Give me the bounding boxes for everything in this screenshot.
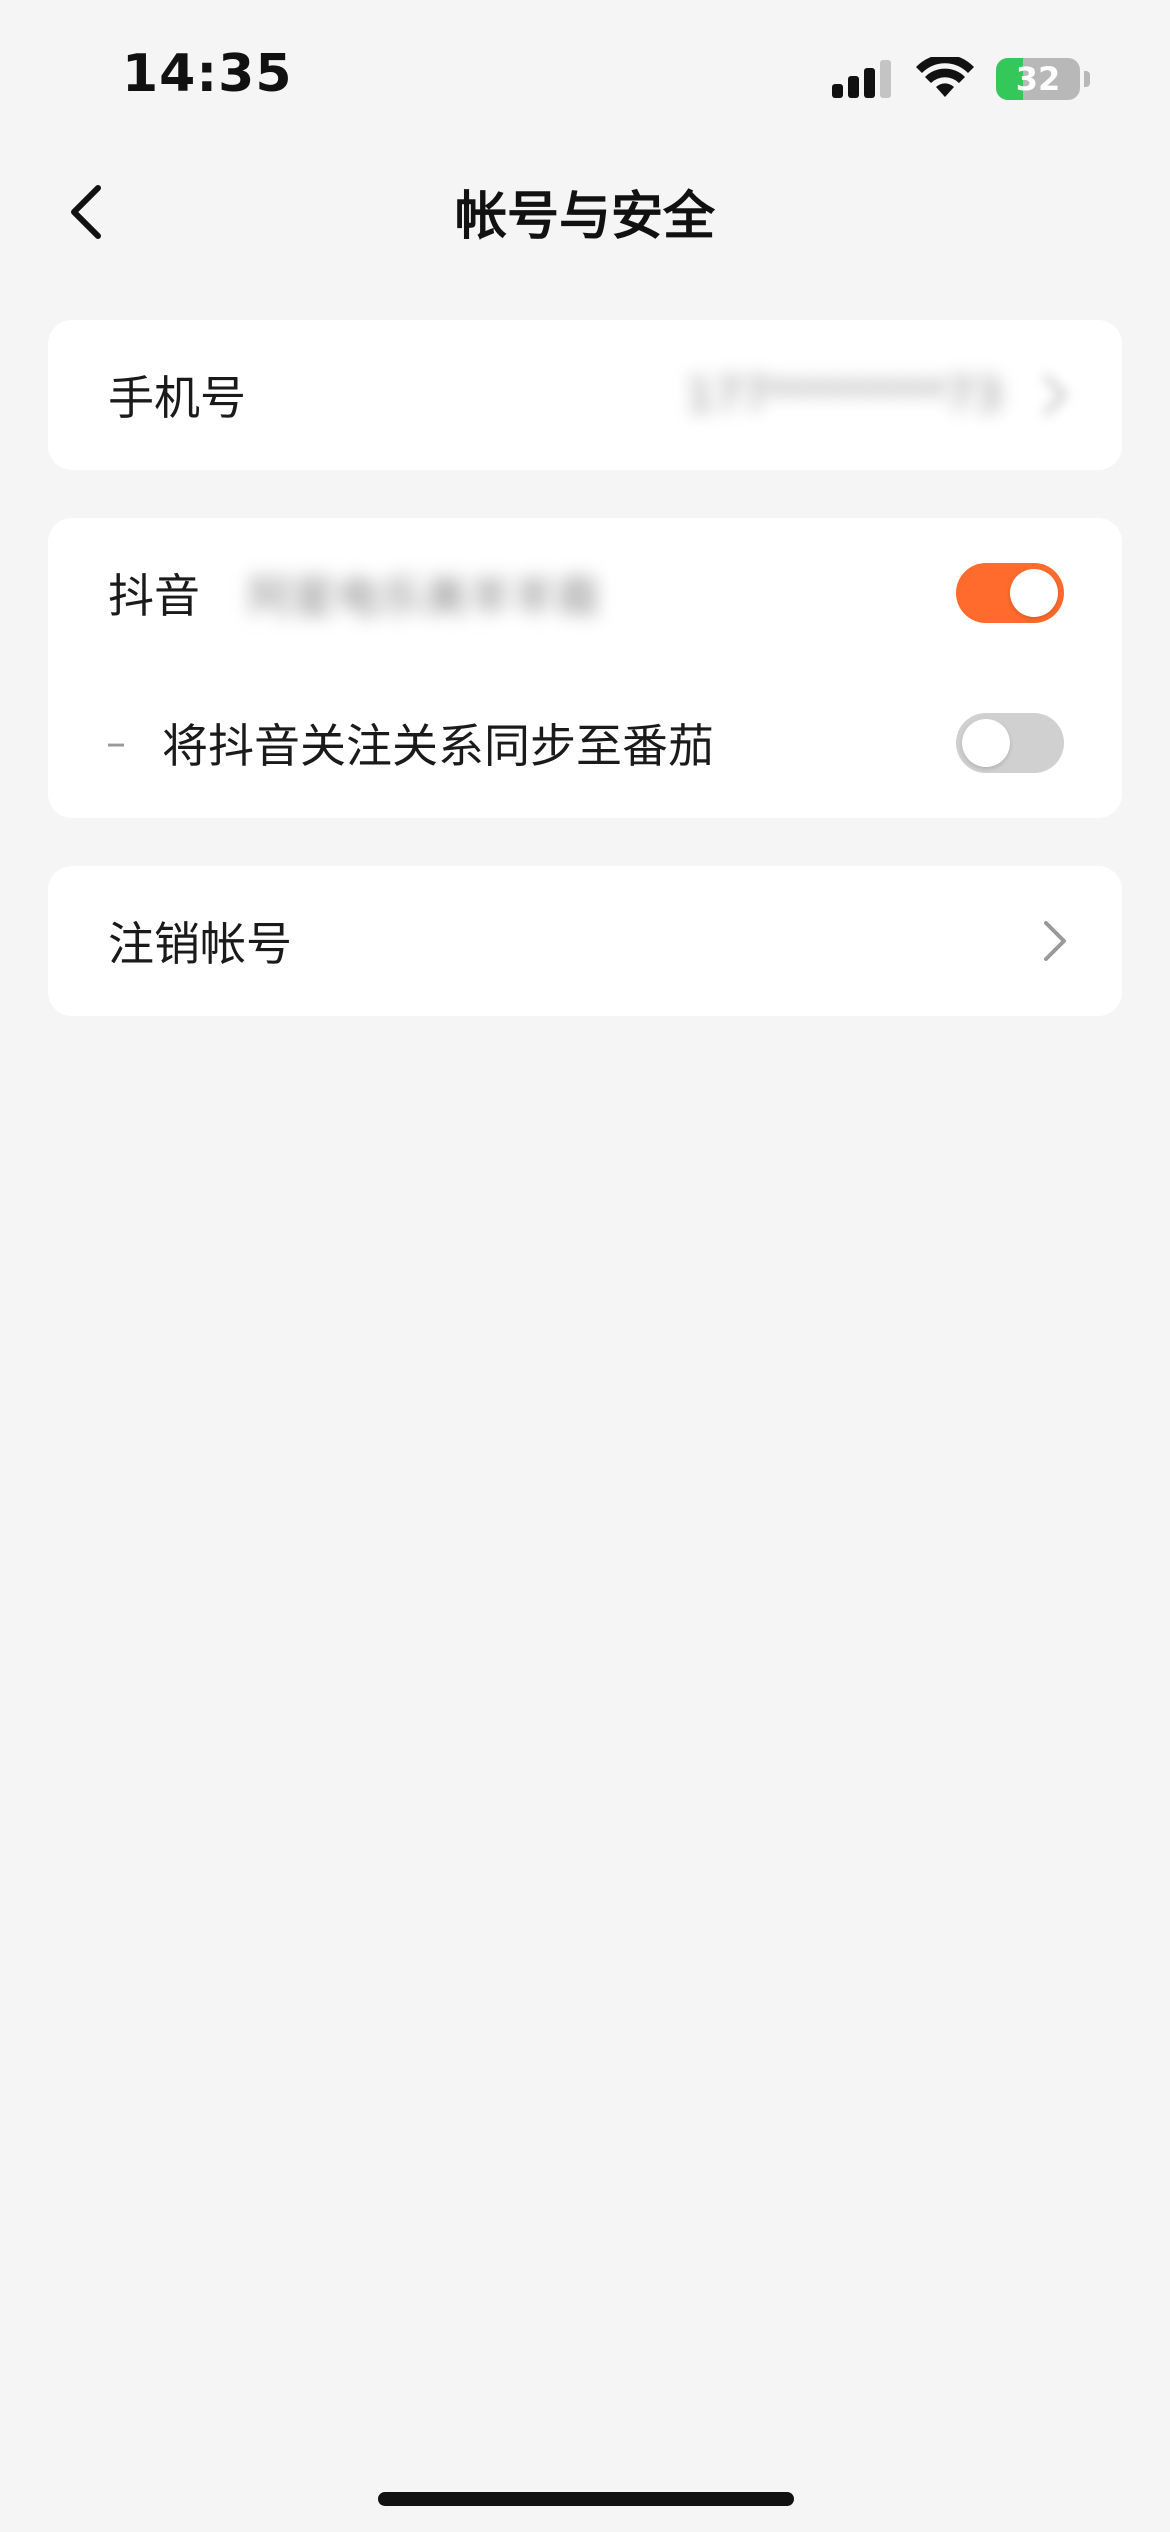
home-indicator [378,2492,794,2506]
douyin-card: 抖音 阿星电乐美羊羊裔 – 将抖音关注关系同步至番茄 [48,518,1122,818]
sync-follow-label: 将抖音关注关系同步至番茄 [162,719,714,773]
phone-row[interactable]: 手机号 177********73 [48,320,1122,470]
battery-indicator: 32 [996,58,1090,100]
wifi-icon [916,57,974,97]
deactivate-account-label: 注销帐号 [108,917,292,971]
deactivate-account-row[interactable]: 注销帐号 [48,866,1122,1016]
douyin-label: 抖音 [108,569,200,623]
douyin-row: 抖音 阿星电乐美羊羊裔 [48,518,1122,668]
page-title: 帐号与安全 [454,187,715,247]
cellular-signal-icon [832,60,891,98]
battery-level: 32 [1015,60,1061,98]
screen: 14:35 32 帐号与安全 手机号 177********73 抖音 阿星电乐… [0,0,1170,2532]
status-icons: 32 [832,54,1090,104]
douyin-toggle[interactable] [956,563,1064,623]
status-bar: 14:35 32 [0,0,1170,150]
sync-follow-toggle[interactable] [956,713,1064,773]
chevron-right-icon [1042,919,1068,963]
douyin-account-name: 阿星电乐美羊羊裔 [248,572,600,623]
status-time: 14:35 [122,44,293,104]
deactivate-card: 注销帐号 [48,866,1122,1016]
chevron-right-icon [1042,373,1068,417]
toggle-knob [1010,569,1058,617]
phone-value: 177********73 [686,369,1002,421]
battery-nub [1084,71,1090,87]
phone-card: 手机号 177********73 [48,320,1122,470]
nav-bar: 帐号与安全 [0,150,1170,270]
phone-label: 手机号 [108,371,246,425]
battery-icon: 32 [996,58,1080,100]
sync-follow-prefix: – [106,720,126,766]
toggle-knob [962,719,1010,767]
sync-follow-row: – 将抖音关注关系同步至番茄 [48,668,1122,818]
